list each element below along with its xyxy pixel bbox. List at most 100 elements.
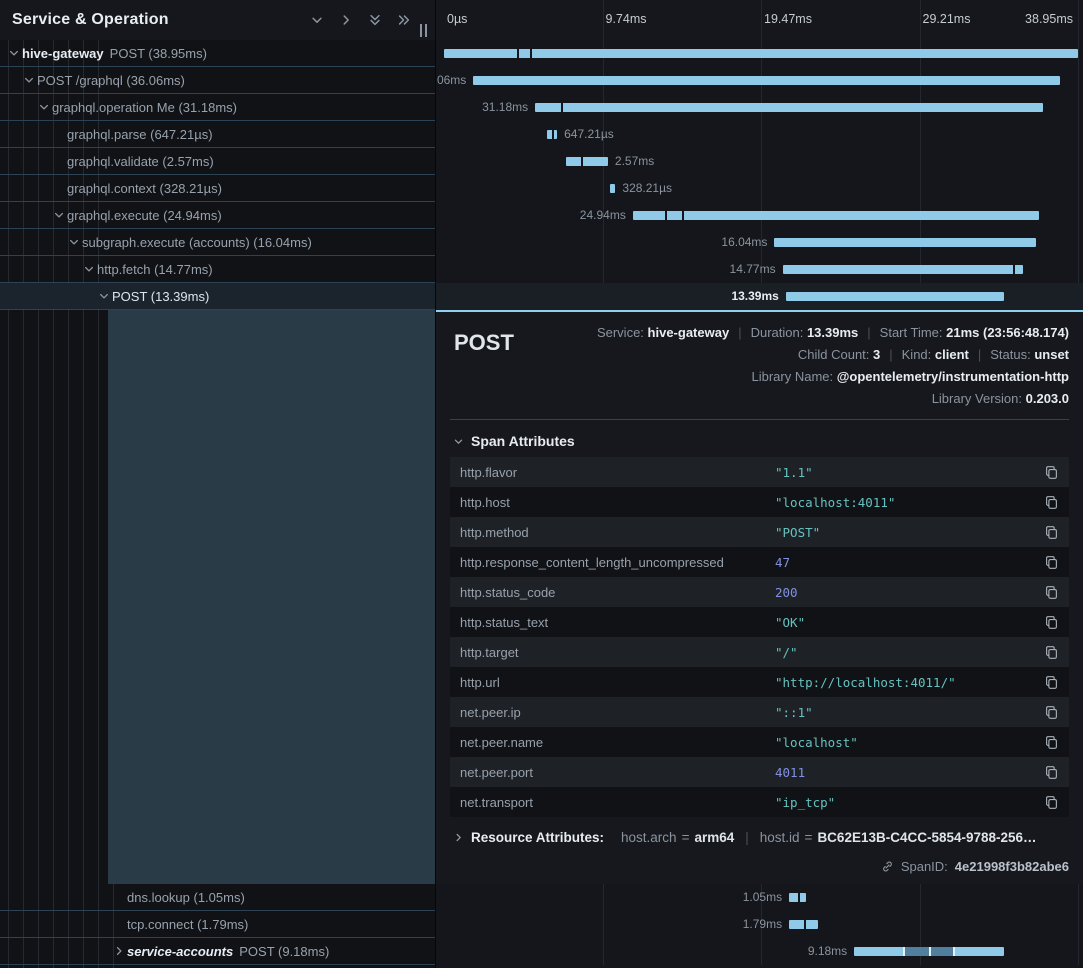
tree-row[interactable]: POST (13.39ms)	[0, 283, 435, 310]
span-bar[interactable]	[789, 920, 818, 929]
span-meta: Service: hive-gateway|Duration: 13.39ms|…	[597, 322, 1069, 410]
copy-icon[interactable]	[1044, 465, 1059, 480]
meta-label: Start Time:	[880, 325, 946, 340]
bar-tick	[561, 103, 563, 112]
duration-label: 647.21µs	[557, 121, 621, 148]
chevron-down-icon[interactable]	[51, 209, 67, 221]
copy-icon[interactable]	[1044, 555, 1059, 570]
meta-label: Service:	[597, 325, 648, 340]
meta-label: Library Version:	[932, 391, 1026, 406]
chevron-down-icon[interactable]	[310, 13, 324, 27]
span-bar[interactable]	[854, 947, 1003, 956]
meta-value: @opentelemetry/instrumentation-http	[837, 369, 1069, 384]
duration-label: 9.18ms	[801, 938, 854, 965]
tree-row[interactable]: POST /graphql (36.06ms)	[0, 67, 435, 94]
timeline-row: 14.77ms	[436, 256, 1083, 283]
span-detail-header: POST Service: hive-gateway|Duration: 13.…	[450, 322, 1069, 410]
tree-row[interactable]: http.fetch (14.77ms)	[0, 256, 435, 283]
chevron-right-icon	[453, 832, 464, 843]
attribute-row: http.response_content_length_uncompresse…	[450, 547, 1069, 577]
copy-icon[interactable]	[1044, 645, 1059, 660]
attribute-key: http.host	[460, 495, 775, 510]
tree-row[interactable]: dns.lookup (1.05ms)	[0, 884, 435, 911]
copy-icon[interactable]	[1044, 525, 1059, 540]
tree-row[interactable]: tcp.connect (1.79ms)	[0, 911, 435, 938]
span-id-label: SpanID:	[901, 859, 948, 874]
tree-row[interactable]: graphql.parse (647.21µs)	[0, 121, 435, 148]
span-bar[interactable]	[535, 103, 1043, 112]
bar-tick	[552, 130, 554, 139]
attribute-value: "/"	[775, 645, 1036, 660]
link-icon[interactable]	[881, 860, 894, 873]
span-attributes-toggle[interactable]: Span Attributes	[453, 433, 1069, 449]
tree-panel-header: Service & Operation	[0, 0, 435, 40]
operation-name: POST (38.95ms)	[110, 46, 207, 61]
chevron-right-icon[interactable]	[111, 945, 127, 957]
chevron-right-icon[interactable]	[339, 13, 353, 27]
bar-tick	[1013, 265, 1015, 274]
separator: |	[978, 347, 981, 362]
copy-icon[interactable]	[1044, 495, 1059, 510]
copy-icon[interactable]	[1044, 675, 1059, 690]
copy-icon[interactable]	[1044, 705, 1059, 720]
span-attributes-title: Span Attributes	[471, 433, 575, 449]
chevron-down-icon[interactable]	[21, 74, 37, 86]
double-chevron-right-icon[interactable]	[397, 13, 411, 27]
tree-row[interactable]: graphql.validate (2.57ms)	[0, 148, 435, 175]
tree-rows-top: hive-gatewayPOST (38.95ms)POST /graphql …	[0, 40, 435, 310]
duration-label: 1.05ms	[736, 884, 789, 911]
span-id-value: 4e21998f3b82abe6	[955, 859, 1069, 874]
copy-icon[interactable]	[1044, 615, 1059, 630]
span-bar[interactable]	[566, 157, 608, 166]
copy-icon[interactable]	[1044, 735, 1059, 750]
timeline-tick: 29.21ms	[923, 12, 971, 26]
tree-row[interactable]: graphql.context (328.21µs)	[0, 175, 435, 202]
expanded-row-spacer	[0, 310, 435, 884]
tree-row[interactable]: hive-gatewayPOST (38.95ms)	[0, 40, 435, 67]
timeline-row: 1.79ms	[436, 911, 1083, 938]
span-bar[interactable]	[774, 238, 1035, 247]
chevron-down-icon[interactable]	[66, 236, 82, 248]
copy-icon[interactable]	[1044, 585, 1059, 600]
span-bar[interactable]	[783, 265, 1023, 274]
bar-tick	[517, 49, 519, 58]
resource-value: arm64	[694, 830, 734, 845]
bar-tick	[929, 947, 931, 956]
chevron-down-icon[interactable]	[96, 290, 112, 302]
chevron-down-icon[interactable]	[6, 47, 22, 59]
meta-value: client	[935, 347, 969, 362]
copy-icon[interactable]	[1044, 795, 1059, 810]
span-tree-panel: Service & Operation hive-gatewayPOST (38…	[0, 0, 435, 968]
timeline-rows-bottom: 1.05ms1.79ms9.18ms	[436, 884, 1083, 965]
resource-key: host.arch	[621, 830, 677, 845]
bar-tick	[798, 893, 800, 902]
copy-icon[interactable]	[1044, 765, 1059, 780]
separator: |	[738, 325, 741, 340]
span-meta-line: Service: hive-gateway|Duration: 13.39ms|…	[597, 322, 1069, 344]
attribute-value: "OK"	[775, 615, 1036, 630]
panel-resize-handle[interactable]	[420, 24, 427, 37]
bar-tick	[682, 211, 684, 220]
meta-label: Child Count:	[798, 347, 873, 362]
duration-label: 36.06ms	[436, 67, 473, 94]
double-chevron-down-icon[interactable]	[368, 13, 382, 27]
span-bar[interactable]	[473, 76, 1060, 85]
span-bar[interactable]	[444, 49, 1078, 58]
tree-row[interactable]: graphql.execute (24.94ms)	[0, 202, 435, 229]
tree-row[interactable]: service-accountsPOST (9.18ms)	[0, 938, 435, 965]
tree-row[interactable]: graphql.operation Me (31.18ms)	[0, 94, 435, 121]
ruler-ticks: 0µs9.74ms19.47ms29.21ms38.95ms	[444, 0, 1078, 40]
span-bar[interactable]	[789, 893, 806, 902]
span-bar[interactable]	[547, 130, 558, 139]
resource-attributes-toggle[interactable]: Resource Attributes: host.arch=arm64|hos…	[453, 830, 1069, 845]
timeline-row: 2.57ms	[436, 148, 1083, 175]
tree-rows-bottom: dns.lookup (1.05ms)tcp.connect (1.79ms)s…	[0, 884, 435, 965]
chevron-down-icon[interactable]	[36, 101, 52, 113]
span-bar[interactable]	[786, 292, 1004, 301]
attribute-key: http.response_content_length_uncompresse…	[460, 555, 775, 570]
span-bar[interactable]	[633, 211, 1039, 220]
tree-row[interactable]: subgraph.execute (accounts) (16.04ms)	[0, 229, 435, 256]
attribute-row: http.target"/"	[450, 637, 1069, 667]
chevron-down-icon[interactable]	[81, 263, 97, 275]
timeline-row: 24.94ms	[436, 202, 1083, 229]
